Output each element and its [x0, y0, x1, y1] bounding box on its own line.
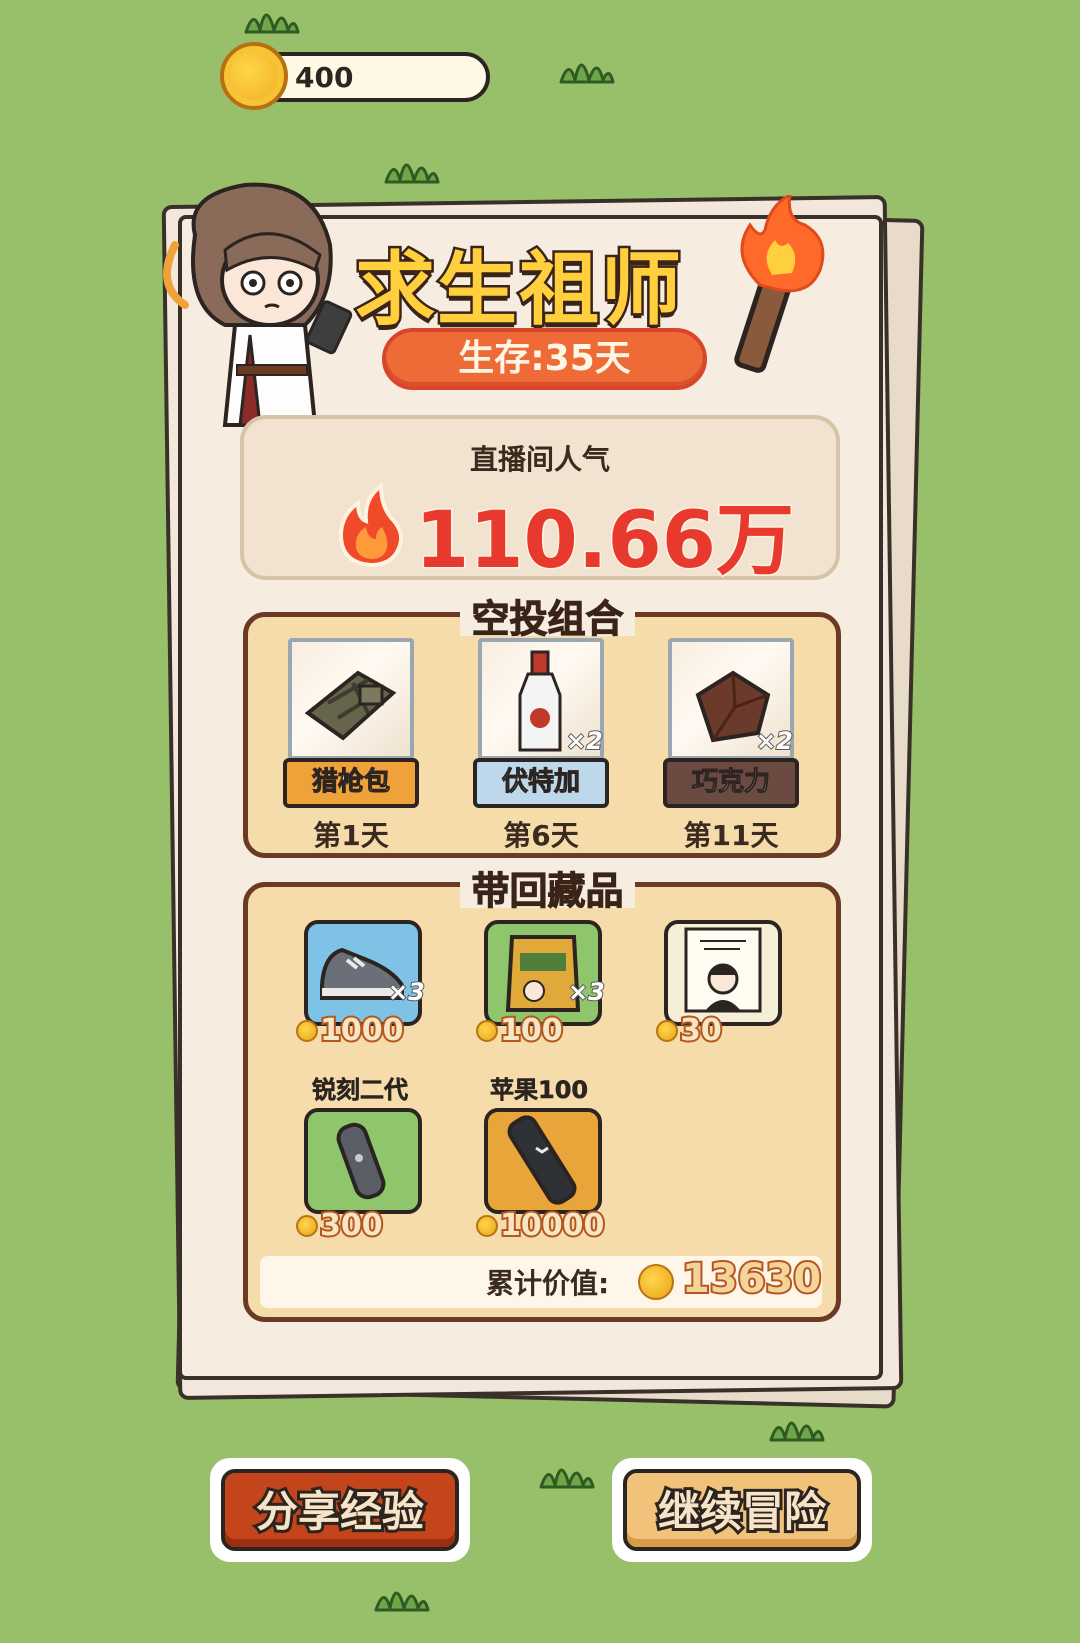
- loot-item-price: 300: [296, 1206, 385, 1245]
- loot-item-quantity: ×3: [567, 977, 606, 1007]
- torch-icon: [734, 195, 825, 373]
- loot-section-title: 带回藏品: [460, 860, 635, 914]
- grass-tuft-icon: [244, 13, 300, 34]
- share-experience-button[interactable]: 分享经验: [210, 1458, 470, 1562]
- phone-device-icon: [507, 1115, 577, 1205]
- coin-icon: [656, 1019, 678, 1042]
- airdrop-item-day: 第6天: [503, 819, 579, 852]
- airdrop-item-day: 第11天: [683, 819, 779, 852]
- loot-item-name: 苹果100: [490, 1076, 589, 1105]
- grass-tuft-icon: [374, 1591, 430, 1612]
- airdrop-item-quantity: ×2: [565, 726, 604, 756]
- coin-icon: [476, 1019, 498, 1042]
- continue-adventure-button[interactable]: 继续冒险: [612, 1458, 872, 1562]
- coin-icon: [476, 1214, 498, 1237]
- popularity-value: 110.66万: [414, 495, 796, 588]
- loot-item-name: 锐刻二代: [312, 1076, 409, 1105]
- coin-icon: [638, 1264, 674, 1300]
- survival-days-badge: 生存:35天: [382, 328, 707, 390]
- vape-icon: [336, 1122, 386, 1200]
- airdrop-item-day: 第1天: [313, 819, 389, 852]
- coin-balance: 400: [295, 61, 354, 94]
- total-value-label: 累计价值:: [486, 1267, 610, 1300]
- gun-bag-icon: [304, 670, 397, 741]
- airdrop-item-label: 巧克力: [663, 758, 799, 808]
- airdrop-item-label: 伏特加: [473, 758, 609, 808]
- page-title: 求生祖师: [353, 241, 684, 339]
- airdrop-item-quantity: ×2: [755, 726, 794, 756]
- loot-item-price: 100: [476, 1011, 565, 1050]
- grass-tuft-icon: [769, 1421, 825, 1442]
- grass-tuft-icon: [559, 63, 615, 84]
- loot-item-price: 30: [656, 1011, 724, 1050]
- coin-icon: [296, 1214, 318, 1237]
- poster-icon: [684, 927, 762, 1013]
- airdrop-item-label: 猎枪包: [283, 758, 419, 808]
- grass-tuft-icon: [384, 163, 440, 184]
- airdrop-section-title: 空投组合: [460, 588, 635, 642]
- gold-coin-icon: [220, 42, 288, 110]
- coin-icon: [296, 1019, 318, 1042]
- grass-tuft-icon: [539, 1468, 595, 1489]
- loot-item-price: 1000: [296, 1011, 405, 1050]
- vodka-bottle-icon: [518, 650, 562, 752]
- share-experience-label: 分享经验: [221, 1469, 459, 1551]
- loot-item-price: 10000: [476, 1206, 606, 1245]
- total-value-amount: 13630: [680, 1254, 823, 1304]
- loot-item-quantity: ×3: [387, 977, 426, 1007]
- popularity-label: 直播间人气: [469, 443, 610, 476]
- fire-icon: [338, 483, 404, 568]
- continue-adventure-label: 继续冒险: [623, 1469, 861, 1551]
